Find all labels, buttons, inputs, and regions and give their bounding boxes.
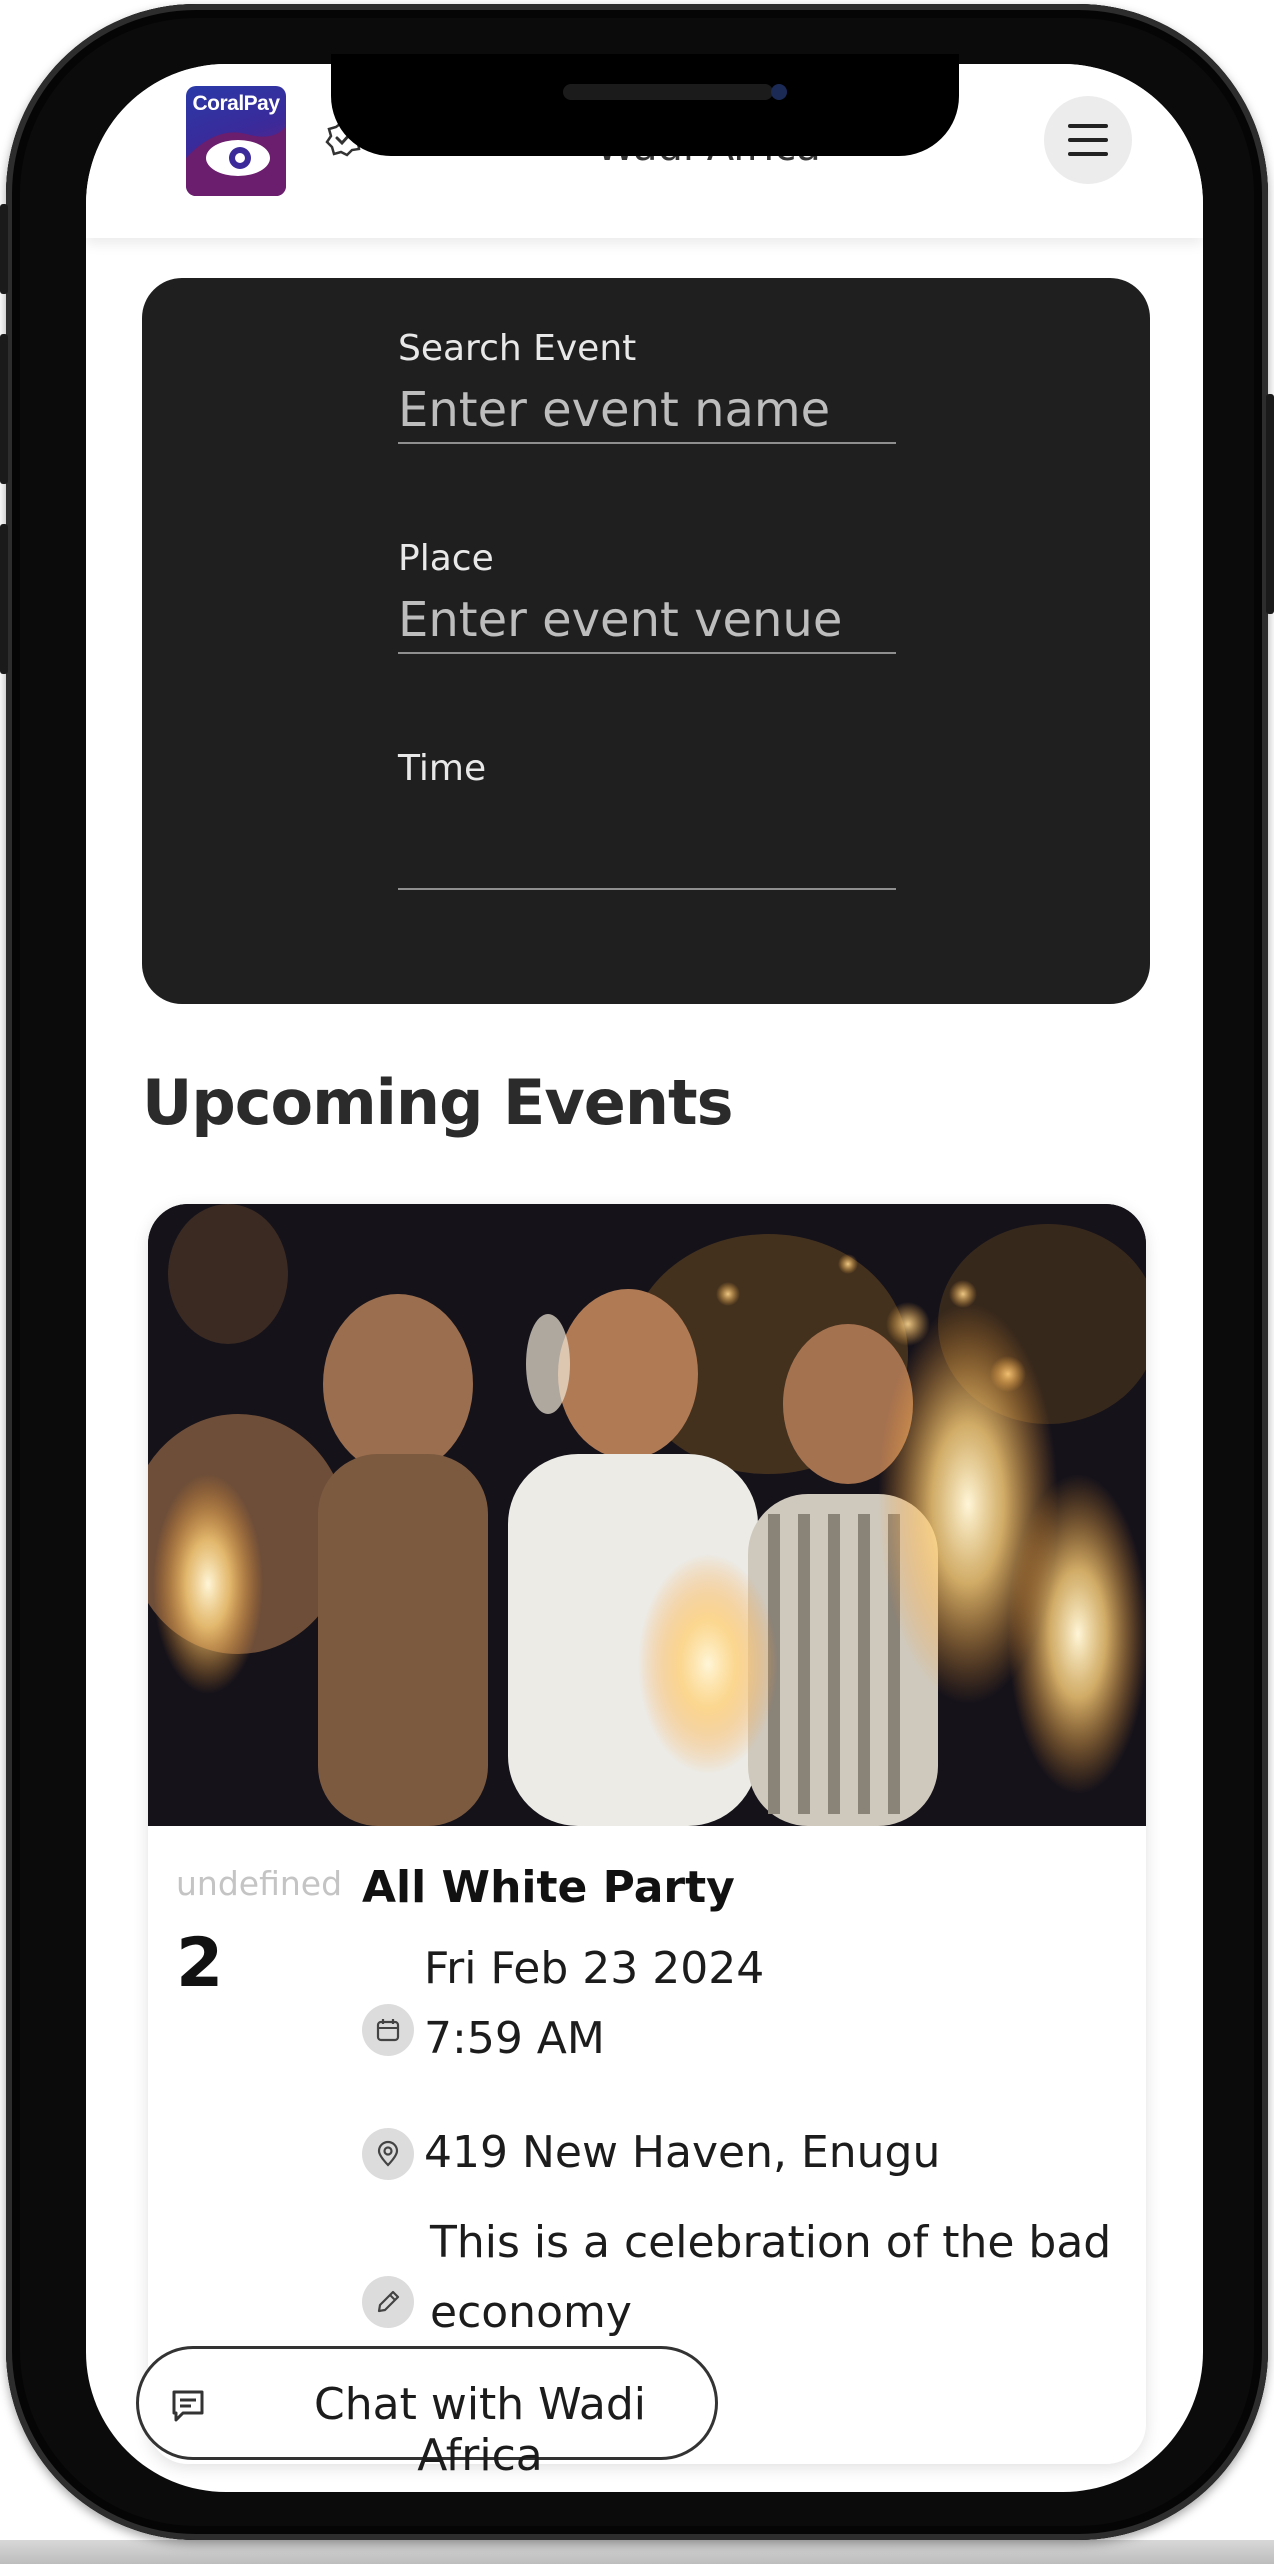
pencil-icon [362, 2276, 414, 2328]
phone-screen: CoralPay Wadi Africa [86, 64, 1203, 2492]
section-title: Upcoming Events [142, 1066, 734, 1139]
coralpay-logo[interactable]: CoralPay [186, 86, 286, 196]
hamburger-line [1068, 152, 1108, 156]
event-month: undefined [176, 1864, 343, 1903]
event-location: 419 New Haven, Enugu [424, 2127, 941, 2178]
event-title[interactable]: All White Party [362, 1862, 735, 1913]
place-input[interactable] [398, 588, 896, 654]
event-search-panel: Search Event Place Time [142, 278, 1150, 1004]
search-event-label: Search Event [398, 328, 637, 369]
event-day: 2 [176, 1924, 224, 2003]
calendar-icon [362, 2004, 414, 2056]
silent-switch [0, 204, 8, 294]
hamburger-menu-icon [1068, 124, 1108, 128]
logo-eye-icon [186, 126, 286, 196]
time-input[interactable] [398, 818, 896, 890]
speaker-grille [563, 84, 773, 100]
phone-base-shadow [0, 2540, 1274, 2564]
chat-button-label: Chat with Wadi Africa [314, 2379, 646, 2481]
event-description-line2: economy [430, 2287, 632, 2338]
chat-bubble-icon [172, 2390, 204, 2422]
phone-notch [331, 54, 959, 156]
search-event-input[interactable] [398, 378, 896, 444]
volume-up-button [0, 334, 8, 484]
hamburger-line [1068, 138, 1108, 142]
phone-frame: CoralPay Wadi Africa [0, 4, 1274, 2540]
place-label: Place [398, 538, 494, 579]
party-photo [148, 1204, 1146, 1826]
event-card[interactable]: undefined 2 All White Party Fri Feb 23 2… [148, 1204, 1146, 2464]
event-description-line1: This is a celebration of the bad [430, 2217, 1112, 2268]
time-label: Time [398, 748, 487, 789]
front-camera [771, 84, 787, 100]
power-button [1266, 394, 1274, 614]
volume-down-button [0, 524, 8, 674]
chat-with-wadi-button[interactable]: Chat with Wadi Africa [136, 2346, 718, 2481]
event-image[interactable] [148, 1204, 1146, 1826]
menu-button[interactable] [1044, 96, 1132, 184]
location-pin-icon [362, 2128, 414, 2180]
event-date: Fri Feb 23 2024 [424, 1943, 765, 1994]
event-time: 7:59 AM [424, 2013, 605, 2064]
